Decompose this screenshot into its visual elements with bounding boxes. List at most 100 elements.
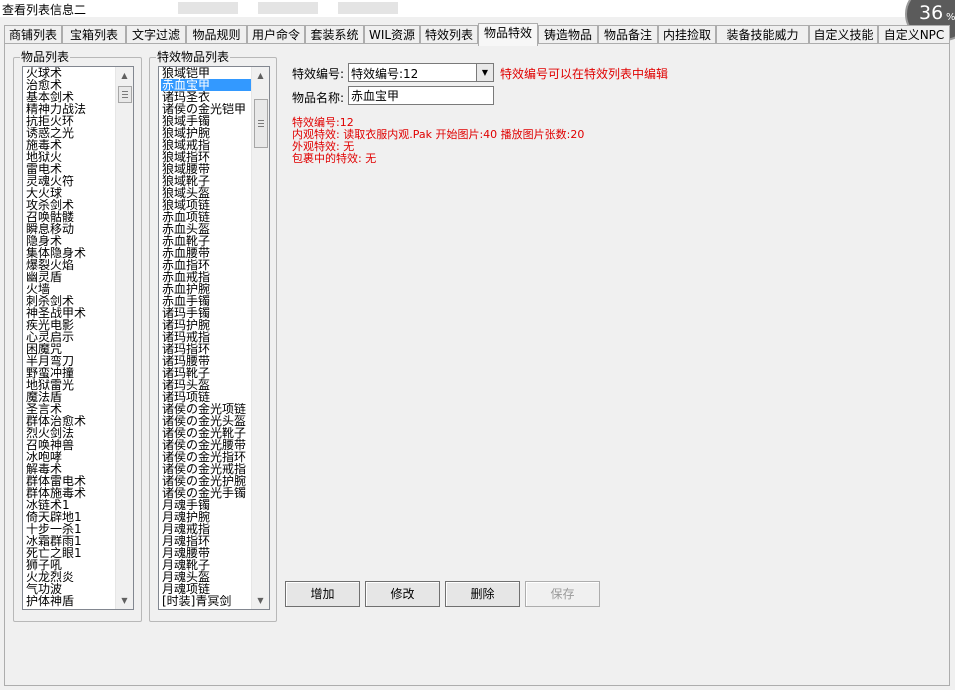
item-list-item[interactable]: 群体雷电术 bbox=[25, 475, 115, 487]
add-button[interactable]: 增加 bbox=[285, 581, 360, 607]
effect-item-list-item[interactable]: 诸侯の金光腰带 bbox=[161, 439, 251, 451]
scroll-up-arrow-icon[interactable]: ▲ bbox=[116, 67, 133, 84]
scroll-thumb[interactable] bbox=[254, 99, 268, 148]
effect-item-list-item[interactable]: 诸玛头盔 bbox=[161, 379, 251, 391]
item-list-item[interactable]: 诱惑之光 bbox=[25, 127, 115, 139]
tab-4[interactable]: 用户命令 bbox=[247, 25, 305, 45]
effect-item-list-item[interactable]: 狼域护腕 bbox=[161, 127, 251, 139]
effect-item-list-item[interactable]: 诸侯の金光戒指 bbox=[161, 463, 251, 475]
item-list-item[interactable]: 地狱雷光 bbox=[25, 379, 115, 391]
item-list-item[interactable]: 地狱火 bbox=[25, 151, 115, 163]
effect-item-list-item[interactable]: 赤血护腕 bbox=[161, 283, 251, 295]
item-list-item[interactable]: 群体施毒术 bbox=[25, 487, 115, 499]
tab-13[interactable]: 自定义技能 bbox=[809, 25, 878, 45]
effect-item-list-item[interactable]: 狼域靴子 bbox=[161, 175, 251, 187]
item-list-item[interactable]: 火球术 bbox=[25, 67, 115, 79]
effect-item-list-item[interactable]: 月魂腰带 bbox=[161, 547, 251, 559]
effect-item-list-item[interactable]: 月魂手镯 bbox=[161, 499, 251, 511]
item-list-item[interactable]: 烈火剑法 bbox=[25, 427, 115, 439]
item-list-item[interactable]: 冰咆哮 bbox=[25, 451, 115, 463]
item-list-item[interactable]: 火龙烈炎 bbox=[25, 571, 115, 583]
tab-6[interactable]: WIL资源 bbox=[364, 25, 420, 45]
item-list-item[interactable]: 心灵启示 bbox=[25, 331, 115, 343]
effect-item-listbox[interactable]: 狼域铠甲 赤血宝甲 诸玛圣衣 诸侯の金光铠甲 狼域手镯 狼域护腕 狼域戒指 狼域指环 狼域腰带狼… bbox=[158, 66, 270, 610]
scroll-thumb[interactable] bbox=[118, 86, 132, 103]
item-list-item[interactable]: 施毒术 bbox=[25, 139, 115, 151]
effect-item-list-item[interactable]: 月魂靴子 bbox=[161, 559, 251, 571]
effect-item-list-item[interactable]: 诸玛圣衣 bbox=[161, 91, 251, 103]
effect-item-list-item[interactable]: 赤血靴子 bbox=[161, 235, 251, 247]
effect-item-list-item[interactable]: 诸玛护腕 bbox=[161, 319, 251, 331]
item-list-item[interactable]: 瞬息移动 bbox=[25, 223, 115, 235]
effect-item-list-item[interactable]: 狼域手镯 bbox=[161, 115, 251, 127]
effect-item-list-item[interactable]: 狼域指环 bbox=[161, 151, 251, 163]
effect-item-list-item[interactable]: 赤血手镯 bbox=[161, 295, 251, 307]
tab-7[interactable]: 特效列表 bbox=[420, 25, 478, 45]
effect-item-list-item[interactable]: 诸玛项链 bbox=[161, 391, 251, 403]
effect-item-list-item[interactable]: 狼域铠甲 bbox=[161, 67, 251, 79]
item-list-item[interactable]: 死亡之眼1 bbox=[25, 547, 115, 559]
tab-14[interactable]: 自定义NPC bbox=[878, 25, 950, 45]
item-list-item[interactable]: 召唤神兽 bbox=[25, 439, 115, 451]
effect-item-list-item[interactable]: 诸玛腰带 bbox=[161, 355, 251, 367]
effect-item-list-item[interactable]: 诸侯の金光护腕 bbox=[161, 475, 251, 487]
item-list-item[interactable]: 群体治愈术 bbox=[25, 415, 115, 427]
item-listbox[interactable]: 火球术 治愈术 基本剑术 精神力战法 抗拒火环 诱惑之光 施毒术 地狱火 雷电术 灵魂火符 大火球攻… bbox=[22, 66, 134, 610]
item-list-item[interactable]: 火墙 bbox=[25, 283, 115, 295]
item-list-item[interactable]: 召唤骷髅 bbox=[25, 211, 115, 223]
item-list-item[interactable]: 基本剑术 bbox=[25, 91, 115, 103]
effect-item-list-item[interactable]: 月魂戒指 bbox=[161, 523, 251, 535]
effect-item-list-item[interactable]: 赤血腰带 bbox=[161, 247, 251, 259]
effect-item-list-item[interactable]: 诸玛戒指 bbox=[161, 331, 251, 343]
item-list-item[interactable]: 幽灵盾 bbox=[25, 271, 115, 283]
effect-item-list-item[interactable]: 诸侯の金光指环 bbox=[161, 451, 251, 463]
effect-item-list-item[interactable]: 月魂头盔 bbox=[161, 571, 251, 583]
effect-item-list-item[interactable]: 狼域戒指 bbox=[161, 139, 251, 151]
tab-10[interactable]: 物品备注 bbox=[598, 25, 658, 45]
effect-item-list-item[interactable]: 月魂项链 bbox=[161, 583, 251, 595]
item-list-item[interactable]: 攻杀剑术 bbox=[25, 199, 115, 211]
effect-item-list-item[interactable]: 狼域头盔 bbox=[161, 187, 251, 199]
effect-id-dropdown[interactable]: 特效编号:12 ▼ bbox=[348, 63, 494, 82]
tab-1[interactable]: 宝箱列表 bbox=[62, 25, 126, 45]
item-list-item[interactable]: 气功波 bbox=[25, 583, 115, 595]
item-list-item[interactable]: 抗拒火环 bbox=[25, 115, 115, 127]
item-list-item[interactable]: 疾光电影 bbox=[25, 319, 115, 331]
effect-item-list-item[interactable]: 诸侯の金光头盔 bbox=[161, 415, 251, 427]
effect-item-list-item[interactable]: 诸侯の金光项链 bbox=[161, 403, 251, 415]
item-list-item[interactable]: 半月弯刀 bbox=[25, 355, 115, 367]
effect-item-list-item[interactable]: 诸侯の金光靴子 bbox=[161, 427, 251, 439]
item-list-item[interactable]: 圣言术 bbox=[25, 403, 115, 415]
scroll-down-arrow-icon[interactable]: ▼ bbox=[116, 592, 133, 609]
tab-5[interactable]: 套装系统 bbox=[305, 25, 364, 45]
item-list-item[interactable]: 精神力战法 bbox=[25, 103, 115, 115]
tab-3[interactable]: 物品规则 bbox=[186, 25, 247, 45]
item-list-item[interactable]: 魔法盾 bbox=[25, 391, 115, 403]
scroll-down-arrow-icon[interactable]: ▼ bbox=[252, 592, 269, 609]
item-list-item[interactable]: 刺杀剑术 bbox=[25, 295, 115, 307]
item-list-item[interactable]: 隐身术 bbox=[25, 235, 115, 247]
item-name-input[interactable] bbox=[349, 87, 491, 104]
item-list-item[interactable]: 困魔咒 bbox=[25, 343, 115, 355]
item-name-field[interactable] bbox=[348, 86, 494, 105]
item-list-item[interactable]: 神圣战甲术 bbox=[25, 307, 115, 319]
scroll-up-arrow-icon[interactable]: ▲ bbox=[252, 67, 269, 84]
item-list-item[interactable]: 雷电术 bbox=[25, 163, 115, 175]
item-list-item[interactable]: 十步一杀1 bbox=[25, 523, 115, 535]
item-list-scrollbar[interactable]: ▲ ▼ bbox=[115, 67, 133, 609]
effect-item-list-item[interactable]: 诸玛靴子 bbox=[161, 367, 251, 379]
effect-item-list-item[interactable]: 赤血项链 bbox=[161, 211, 251, 223]
save-button[interactable]: 保存 bbox=[525, 581, 600, 607]
tab-2[interactable]: 文字过滤 bbox=[126, 25, 186, 45]
edit-button[interactable]: 修改 bbox=[365, 581, 440, 607]
delete-button[interactable]: 删除 bbox=[445, 581, 520, 607]
item-list-item[interactable]: 狮子吼 bbox=[25, 559, 115, 571]
item-list-item[interactable]: 大火球 bbox=[25, 187, 115, 199]
item-list-item[interactable]: 解毒术 bbox=[25, 463, 115, 475]
item-list-item[interactable]: 冰霜群雨1 bbox=[25, 535, 115, 547]
effect-item-list-item[interactable]: 赤血戒指 bbox=[161, 271, 251, 283]
effect-item-list-item[interactable]: 赤血指环 bbox=[161, 259, 251, 271]
dropdown-arrow-icon[interactable]: ▼ bbox=[476, 64, 493, 81]
effect-item-list-item[interactable]: 狼域项链 bbox=[161, 199, 251, 211]
effect-item-list-item[interactable]: 赤血头盔 bbox=[161, 223, 251, 235]
